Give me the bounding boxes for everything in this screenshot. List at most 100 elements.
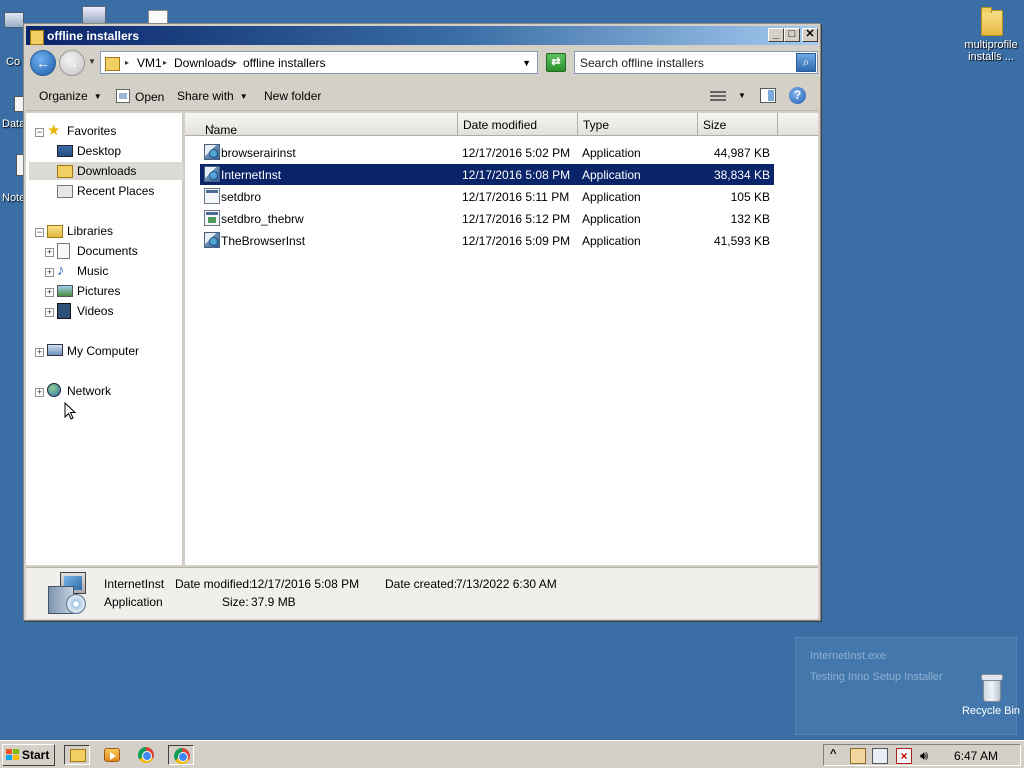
navigation-pane: − ★ Favorites Desktop Downloads Recent P…	[26, 113, 183, 565]
nav-item-downloads[interactable]: Downloads	[29, 162, 183, 180]
file-size: 44,987 KB	[713, 146, 770, 160]
expand-network-icon[interactable]: +	[35, 388, 44, 397]
file-size: 132 KB	[730, 212, 770, 226]
volume-icon[interactable]: 🔊︎	[920, 748, 936, 764]
desktop-icon-partial[interactable]	[148, 10, 168, 24]
nav-item-desktop[interactable]: Desktop	[57, 142, 177, 160]
search-box[interactable]: ⌕	[574, 51, 818, 74]
taskbar-explorer-button[interactable]	[64, 745, 90, 765]
desktop-icon-partial[interactable]	[82, 6, 106, 24]
maximize-button[interactable]: □	[784, 28, 800, 42]
desktop-icon-computer[interactable]: Co	[0, 8, 24, 68]
column-type-label: Type	[583, 118, 610, 132]
views-dropdown-icon[interactable]: ▼	[738, 91, 746, 100]
address-bar-row: ← → ▼ ▸ VM1 ▸ Downloads ▸ offline instal…	[26, 47, 818, 79]
file-type: Application	[582, 146, 641, 160]
expand-my-computer-icon[interactable]: +	[35, 348, 44, 357]
details-size: 37.9 MB	[251, 595, 296, 609]
nav-item-libraries[interactable]: Libraries	[47, 222, 167, 240]
nav-item-documents[interactable]: Documents	[57, 242, 177, 260]
breadcrumb-item-downloads[interactable]: Downloads	[174, 56, 233, 70]
column-header-size[interactable]: Size	[698, 113, 778, 136]
application-icon	[204, 210, 220, 226]
nav-item-network[interactable]: Network	[47, 382, 167, 400]
organize-button[interactable]: Organize ▼	[39, 89, 102, 103]
refresh-button[interactable]: ⇄	[546, 53, 566, 72]
collapse-favorites-icon[interactable]: −	[35, 128, 44, 137]
expand-pictures-icon[interactable]: +	[45, 288, 54, 297]
column-header-name[interactable]: Name ▲	[185, 113, 458, 137]
open-button[interactable]: Open	[116, 89, 164, 104]
change-view-icon[interactable]	[710, 89, 726, 101]
tray-security-icon[interactable]: ×	[896, 748, 912, 764]
file-row-browserairinst[interactable]: browserairinst 12/17/2016 5:02 PM Applic…	[200, 142, 774, 163]
file-name: TheBrowserInst	[221, 234, 306, 248]
preview-pane-icon[interactable]	[760, 88, 776, 103]
share-with-label: Share with	[177, 89, 234, 103]
breadcrumb-separator-icon[interactable]: ▸	[125, 58, 129, 67]
desktop-icon-data[interactable]: Data	[0, 96, 25, 130]
file-date: 12/17/2016 5:08 PM	[462, 168, 571, 182]
search-icon[interactable]: ⌕	[796, 53, 816, 72]
desktop-icon-notepad[interactable]: Note	[0, 154, 25, 204]
file-row-thebrowserinst[interactable]: TheBrowserInst 12/17/2016 5:09 PM Applic…	[200, 230, 774, 251]
computer-icon	[4, 12, 24, 28]
organize-label: Organize	[39, 89, 88, 103]
file-type: Application	[582, 234, 641, 248]
breadcrumb-separator-icon[interactable]: ▸	[233, 58, 237, 67]
taskbar-chrome-button[interactable]	[133, 745, 159, 765]
taskbar-media-player-button[interactable]	[99, 745, 125, 765]
tray-network-icon[interactable]	[872, 748, 888, 764]
desktop-icon-label: Note	[2, 192, 26, 204]
breadcrumb[interactable]: ▸ VM1 ▸ Downloads ▸ offline installers ▼	[100, 51, 538, 74]
new-folder-button[interactable]: New folder	[264, 89, 321, 103]
start-button[interactable]: Start	[2, 744, 55, 766]
desktop-icon-label: Recycle Bin	[961, 705, 1021, 717]
address-dropdown-icon[interactable]: ▼	[522, 58, 531, 68]
expand-documents-icon[interactable]: +	[45, 248, 54, 257]
installer-icon	[204, 144, 220, 160]
desktop-icon-label: Data	[2, 118, 26, 130]
folder-icon	[979, 6, 1003, 36]
recent-pages-dropdown[interactable]: ▼	[88, 57, 96, 66]
desktop-icon-multiprofile[interactable]: multiprofile installs ...	[958, 6, 1024, 63]
breadcrumb-item-offline-installers[interactable]: offline installers	[243, 56, 326, 70]
tray-app-icon[interactable]	[850, 748, 866, 764]
file-row-internetinst[interactable]: InternetInst 12/17/2016 5:08 PM Applicat…	[200, 164, 774, 185]
share-with-button[interactable]: Share with ▼	[177, 89, 248, 103]
nav-item-my-computer[interactable]: My Computer	[47, 342, 167, 360]
nav-item-recent-places[interactable]: Recent Places	[57, 182, 177, 200]
search-input[interactable]	[580, 53, 792, 72]
explorer-window[interactable]: offline installers _ □ ✕ ← → ▼ ▸ VM1 ▸ D…	[23, 23, 821, 621]
breadcrumb-separator-icon[interactable]: ▸	[163, 58, 167, 67]
nav-label: Recent Places	[77, 184, 155, 198]
nav-item-pictures[interactable]: Pictures	[57, 282, 177, 300]
file-row-setdbro-thebrw[interactable]: setdbro_thebrw 12/17/2016 5:12 PM Applic…	[200, 208, 774, 229]
expand-music-icon[interactable]: +	[45, 268, 54, 277]
nav-item-music[interactable]: ♪ Music	[57, 262, 177, 280]
column-header-date-modified[interactable]: Date modified	[458, 113, 578, 136]
back-button[interactable]: ←	[30, 50, 56, 76]
star-icon: ★	[47, 122, 61, 139]
desktop-icon-recycle-bin[interactable]: Recycle Bin	[960, 672, 1022, 717]
collapse-libraries-icon[interactable]: −	[35, 228, 44, 237]
nav-item-videos[interactable]: Videos	[57, 302, 177, 320]
minimize-button[interactable]: _	[768, 28, 784, 42]
forward-button[interactable]: →	[59, 50, 85, 76]
file-size: 105 KB	[730, 190, 770, 204]
file-row-setdbro[interactable]: setdbro 12/17/2016 5:11 PM Application 1…	[200, 186, 774, 207]
nav-item-favorites[interactable]: ★ Favorites	[47, 122, 167, 140]
taskbar-chrome-window-button[interactable]	[168, 745, 194, 765]
folder-icon	[30, 28, 44, 45]
help-icon[interactable]: ?	[789, 87, 806, 104]
file-list: Name ▲ Date modified Type Size browserair…	[185, 113, 818, 565]
show-hidden-icons-icon[interactable]: ^	[830, 748, 836, 760]
expand-videos-icon[interactable]: +	[45, 308, 54, 317]
clock[interactable]: 6:47 AM	[954, 749, 998, 763]
close-button[interactable]: ✕	[802, 28, 818, 42]
breadcrumb-item-vm1[interactable]: VM1	[137, 56, 162, 70]
desktop-icon	[57, 145, 73, 157]
mouse-cursor-icon	[64, 402, 76, 420]
column-header-type[interactable]: Type	[578, 113, 698, 136]
title-bar[interactable]: offline installers _ □ ✕	[26, 26, 818, 45]
